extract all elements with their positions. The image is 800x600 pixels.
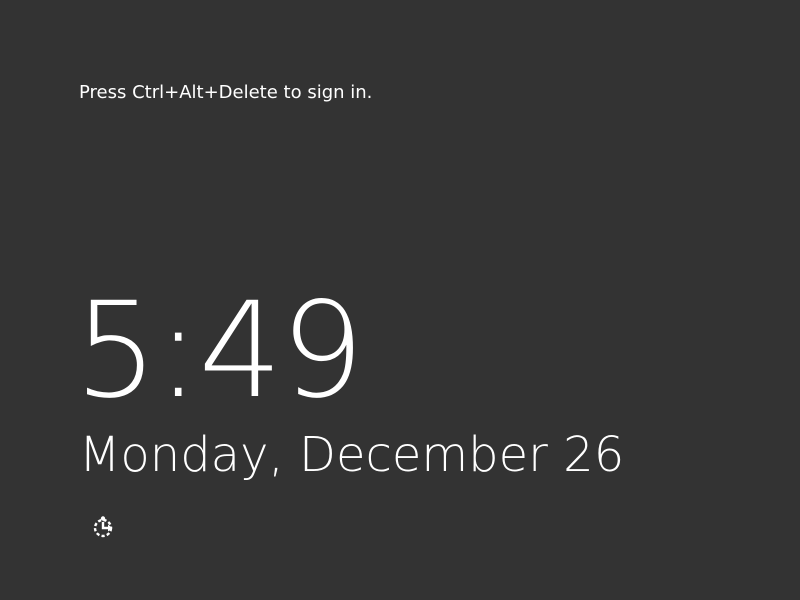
- clock-time: 5:49: [74, 274, 364, 428]
- ease-of-access-icon: [91, 514, 117, 540]
- sign-in-prompt: Press Ctrl+Alt+Delete to sign in.: [79, 82, 373, 103]
- clock-date: Monday, December 26: [79, 427, 625, 483]
- lock-screen: Press Ctrl+Alt+Delete to sign in. 5:49 M…: [0, 0, 800, 600]
- ease-of-access-button[interactable]: [88, 511, 120, 543]
